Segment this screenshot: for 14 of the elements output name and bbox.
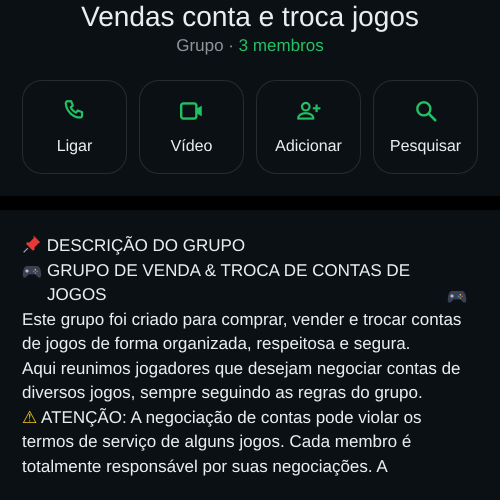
- description-text: Aqui reunimos jogadores que desejam negociar contas de diversos jogos, sempre seguindo as regras do grupo.: [22, 358, 460, 402]
- action-button[interactable]: Vídeo: [139, 80, 244, 174]
- description-text: Este grupo foi criado para comprar, vender e trocar contas de jogos de forma organizada, respeitosa e segura.: [22, 310, 462, 353]
- description-text: GRUPO DE VENDA & TROCA DE CONTAS DE JOGOS: [47, 260, 412, 306]
- action-button[interactable]: Ligar: [22, 80, 127, 174]
- action-button[interactable]: Pesquisar: [373, 80, 478, 174]
- group-type: Grupo: [176, 36, 224, 55]
- description-text: ⚠ ATENÇÃO: A negociação de contas pode violar os termos de serviço de alguns jogos. Cada membro é totalmente responsável por suas negociações. A: [22, 408, 422, 476]
- group-title: Vendas conta e troca jogos: [80, 0, 420, 34]
- member-count[interactable]: 3 membros: [238, 36, 324, 55]
- pushpin-icon: [22, 234, 42, 254]
- description-text: DESCRIÇÃO DO GRUPO: [46, 236, 246, 255]
- separator-dot: ·: [228, 36, 234, 55]
- action-button[interactable]: Adicionar: [256, 80, 361, 174]
